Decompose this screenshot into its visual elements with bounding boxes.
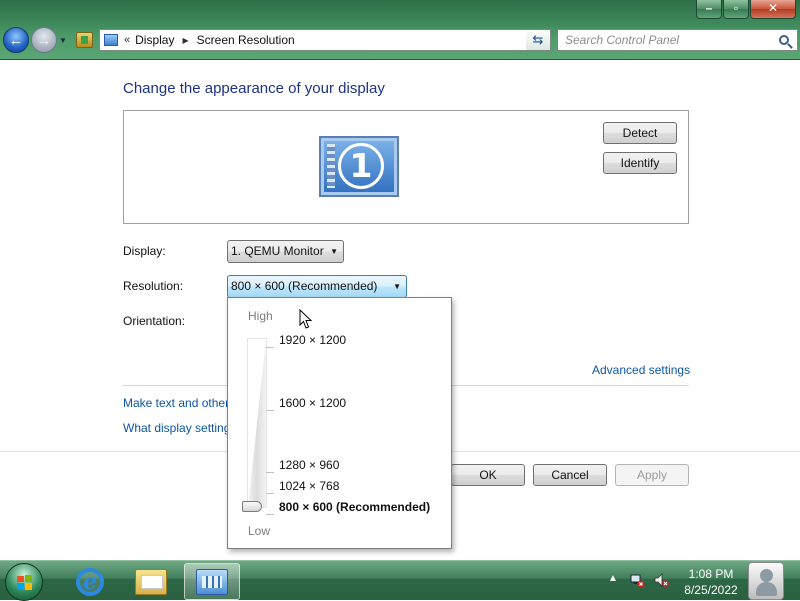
show-desktop-button[interactable]	[748, 562, 784, 600]
resolution-high-label: High	[248, 309, 273, 323]
resolution-low-label: Low	[248, 524, 271, 538]
slider-tick	[266, 493, 274, 494]
display-select-value: 1. QEMU Monitor	[231, 244, 324, 258]
slider-tick	[266, 347, 274, 348]
apply-button[interactable]: Apply	[615, 464, 689, 486]
forward-arrow-icon: →	[36, 31, 52, 49]
resolution-option[interactable]: 1024 × 768	[279, 479, 339, 493]
system-clock[interactable]: 1:08 PM 8/25/2022	[680, 566, 742, 598]
show-hidden-icons-button[interactable]: ▲	[608, 573, 618, 584]
caption-buttons: – ▫ ✕	[695, 0, 796, 19]
start-button[interactable]	[5, 563, 43, 601]
breadcrumb-screen-resolution[interactable]: Screen Resolution	[197, 33, 295, 47]
display-select[interactable]: 1. QEMU Monitor ▼	[227, 240, 344, 263]
monitor-taskbar-strip	[327, 144, 335, 188]
close-button[interactable]: ✕	[750, 0, 796, 19]
resolution-select[interactable]: 800 × 600 (Recommended) ▼	[227, 275, 407, 298]
resolution-option-selected[interactable]: 800 × 600 (Recommended)	[279, 500, 430, 514]
control-panel-icon	[196, 568, 228, 595]
clock-date: 8/25/2022	[684, 583, 738, 597]
advanced-settings-link[interactable]: Advanced settings	[592, 363, 690, 377]
resolution-select-value: 800 × 600 (Recommended)	[231, 279, 378, 293]
slider-tick	[266, 514, 274, 515]
search-input[interactable]: Search Control Panel	[565, 33, 779, 47]
resolution-slider-thumb[interactable]	[242, 501, 262, 512]
text-size-link[interactable]: Make text and other	[123, 396, 229, 410]
breadcrumb-display[interactable]: Display	[135, 33, 174, 47]
display-settings-help-link[interactable]: What display setting	[123, 421, 230, 435]
page-title: Change the appearance of your display	[123, 80, 385, 97]
taskbar-internet-explorer[interactable]: e	[62, 563, 118, 600]
volume-muted-icon[interactable]	[653, 572, 669, 588]
taskbar-windows-explorer[interactable]	[123, 563, 179, 600]
taskbar-control-panel[interactable]	[184, 563, 240, 600]
internet-explorer-icon: e	[76, 567, 104, 596]
up-folder-icon[interactable]	[76, 32, 93, 48]
taskbar: e ▲ 1:08 PM 8/25/2022	[0, 560, 800, 601]
control-panel-icon	[104, 34, 118, 46]
monitor-icon[interactable]: 1	[319, 136, 399, 197]
resolution-slider-track[interactable]	[247, 338, 267, 508]
mouse-cursor-icon	[299, 309, 313, 329]
orientation-label: Orientation:	[123, 314, 186, 328]
forward-button[interactable]: →	[31, 27, 57, 53]
slider-tick	[266, 472, 274, 473]
monitor-arrangement-panel: 1 Detect Identify	[123, 110, 689, 224]
detect-button[interactable]: Detect	[603, 122, 677, 144]
identify-button[interactable]: Identify	[603, 152, 677, 174]
breadcrumb-overflow[interactable]: «	[124, 34, 130, 46]
back-button[interactable]: ←	[3, 27, 29, 53]
address-bar[interactable]: « Display ▶ Screen Resolution ▼	[99, 29, 551, 51]
chevron-down-icon: ▼	[330, 247, 338, 256]
back-arrow-icon: ←	[8, 31, 24, 49]
resolution-option[interactable]: 1600 × 1200	[279, 396, 346, 410]
search-box[interactable]: Search Control Panel	[557, 29, 798, 51]
resolution-option[interactable]: 1280 × 960	[279, 458, 339, 472]
folder-icon	[135, 568, 167, 595]
breadcrumb-chevron-icon[interactable]: ▶	[182, 36, 188, 45]
resolution-option[interactable]: 1920 × 1200	[279, 333, 346, 347]
chevron-down-icon: ▼	[393, 282, 401, 291]
windows-logo-icon	[17, 575, 32, 590]
refresh-icon: ⇆	[532, 32, 544, 47]
monitor-number: 1	[338, 143, 384, 189]
slider-tick	[266, 410, 274, 411]
cancel-button[interactable]: Cancel	[533, 464, 607, 486]
refresh-button[interactable]: ⇆	[526, 29, 551, 51]
minimize-button[interactable]: –	[696, 0, 722, 19]
search-icon[interactable]	[779, 35, 789, 45]
resolution-dropdown-popup: High 1920 × 1200 1600 × 1200 1280 × 960 …	[227, 297, 452, 549]
display-label: Display:	[123, 244, 166, 258]
resolution-label: Resolution:	[123, 279, 184, 293]
recent-pages-dropdown[interactable]: ▼	[59, 36, 67, 45]
ok-button[interactable]: OK	[451, 464, 525, 486]
maximize-button[interactable]: ▫	[723, 0, 749, 19]
network-disconnected-icon[interactable]	[629, 572, 645, 588]
clock-time: 1:08 PM	[688, 567, 734, 581]
window-title-bar: – ▫ ✕ ← → ▼ « Display ▶ Screen Resolutio…	[0, 0, 800, 60]
